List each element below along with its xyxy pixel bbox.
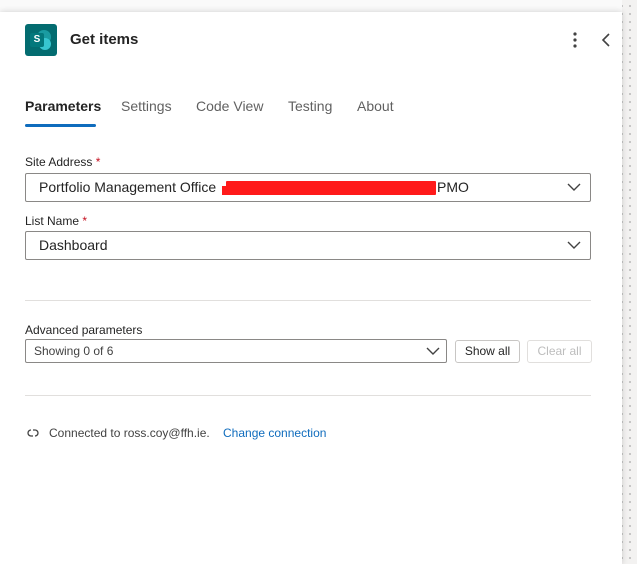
more-vertical-icon[interactable] [568, 31, 582, 49]
required-mark: * [95, 155, 101, 169]
section-divider [25, 300, 591, 301]
chevron-left-icon[interactable] [598, 31, 614, 49]
list-name-label: List Name * [25, 214, 87, 228]
show-all-button[interactable]: Show all [455, 340, 520, 363]
clear-all-button[interactable]: Clear all [527, 340, 592, 363]
tab-settings[interactable]: Settings [121, 98, 172, 114]
section-divider [25, 395, 591, 396]
link-icon [27, 429, 39, 437]
site-address-label-text: Site Address [25, 155, 93, 169]
sharepoint-icon-letter: S [30, 33, 44, 47]
tab-code-view[interactable]: Code View [196, 98, 263, 114]
list-name-dropdown[interactable]: Dashboard [25, 231, 591, 260]
site-address-label: Site Address * [25, 155, 100, 169]
required-mark: * [82, 214, 88, 228]
site-address-value-suffix: PMO [437, 179, 469, 195]
advanced-parameters-label: Advanced parameters [25, 323, 143, 337]
active-tab-indicator [25, 124, 96, 127]
chevron-down-icon [426, 347, 440, 355]
action-details-panel [0, 12, 622, 564]
list-name-label-text: List Name [25, 214, 80, 228]
site-address-value-prefix: Portfolio Management Office [39, 179, 217, 195]
advanced-parameters-select[interactable]: Showing 0 of 6 [25, 339, 447, 363]
change-connection-link[interactable]: Change connection [223, 426, 326, 440]
redaction-mark [226, 181, 436, 195]
top-strip [0, 0, 622, 12]
connection-text: Connected to ross.coy@ffh.ie. [49, 426, 210, 440]
canvas-gutter [622, 0, 637, 564]
tab-parameters[interactable]: Parameters [25, 98, 101, 114]
tab-testing[interactable]: Testing [288, 98, 332, 114]
tab-about[interactable]: About [357, 98, 394, 114]
sharepoint-icon: S [25, 24, 57, 56]
advanced-parameters-value: Showing 0 of 6 [34, 344, 114, 358]
chevron-down-icon [567, 241, 581, 249]
redaction-mark-edge [222, 186, 238, 195]
action-title: Get items [70, 31, 139, 48]
chevron-down-icon [567, 183, 581, 191]
list-name-value: Dashboard [39, 237, 108, 253]
